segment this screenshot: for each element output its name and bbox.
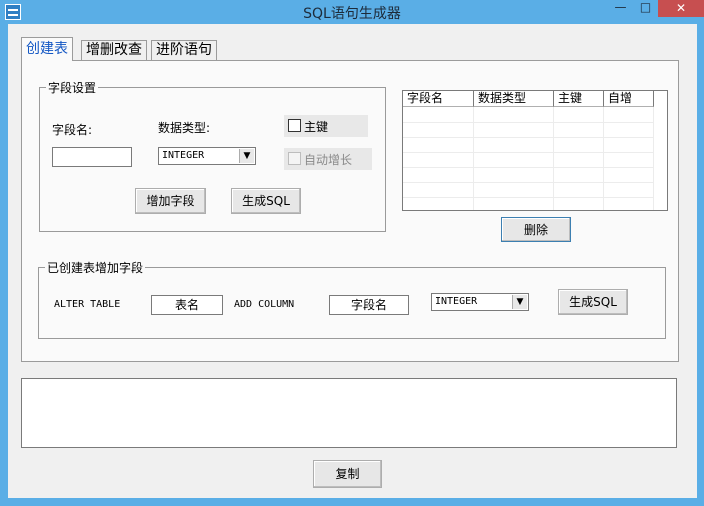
data-type-selected: INTEGER (162, 150, 205, 161)
grid-line (403, 137, 653, 138)
chevron-down-icon[interactable]: ▼ (239, 149, 254, 163)
primary-key-label: 主键 (304, 120, 329, 134)
checkbox-box[interactable] (288, 152, 301, 165)
alter-table-keyword: ALTER TABLE (54, 299, 121, 310)
maximize-button[interactable]: □ (633, 0, 658, 17)
column-name-input[interactable]: 字段名 (329, 295, 409, 315)
table-name-input[interactable]: 表名 (151, 295, 223, 315)
table-header: 字段名 数据类型 主键 自增 (403, 91, 667, 107)
client-area: 创建表 增删改查 进阶语句 字段设置 字段名: 数据类型: INTEGER ▼ … (8, 24, 697, 498)
grid-line (653, 107, 654, 210)
primary-key-checkbox[interactable]: 主键 (284, 115, 368, 137)
title-bar[interactable]: SQL语句生成器 — □ ✕ (0, 0, 704, 24)
field-name-input[interactable] (52, 147, 132, 167)
column-header-field-name[interactable]: 字段名 (403, 91, 474, 107)
alter-data-type-select[interactable]: INTEGER ▼ (431, 293, 529, 311)
alter-generate-sql-button[interactable]: 生成SQL (558, 289, 628, 315)
tab-advanced[interactable]: 进阶语句 (151, 40, 217, 60)
app-window: SQL语句生成器 — □ ✕ 创建表 增删改查 进阶语句 字段设置 字段名: 数… (0, 0, 704, 506)
grid-line (403, 167, 653, 168)
data-type-select[interactable]: INTEGER ▼ (158, 147, 256, 165)
data-type-label: 数据类型: (158, 121, 211, 135)
column-header-primary-key[interactable]: 主键 (554, 91, 604, 107)
tab-crud[interactable]: 增删改查 (81, 40, 147, 60)
create-table-panel: 字段设置 字段名: 数据类型: INTEGER ▼ 主键 自动增长 增加字段 生… (21, 60, 679, 362)
column-header-data-type[interactable]: 数据类型 (474, 91, 554, 107)
generate-sql-button[interactable]: 生成SQL (231, 188, 301, 214)
close-button[interactable]: ✕ (658, 0, 704, 17)
auto-increment-label: 自动增长 (304, 153, 353, 167)
alter-table-legend: 已创建表增加字段 (47, 261, 144, 275)
copy-button[interactable]: 复制 (313, 460, 382, 488)
grid-line (403, 197, 653, 198)
delete-button[interactable]: 删除 (501, 217, 571, 242)
chevron-down-icon[interactable]: ▼ (512, 295, 527, 309)
grid-line (403, 122, 653, 123)
field-settings-legend: 字段设置 (48, 81, 97, 95)
tab-create-table[interactable]: 创建表 (21, 37, 73, 61)
auto-increment-checkbox[interactable]: 自动增长 (284, 148, 372, 170)
field-name-label: 字段名: (52, 123, 93, 137)
grid-line (403, 152, 653, 153)
alter-data-type-selected: INTEGER (435, 296, 478, 307)
add-column-keyword: ADD COLUMN (234, 299, 295, 310)
field-list-table[interactable]: 字段名 数据类型 主键 自增 (402, 90, 668, 211)
add-field-button[interactable]: 增加字段 (135, 188, 206, 214)
column-header-auto-increment[interactable]: 自增 (604, 91, 654, 107)
minimize-button[interactable]: — (608, 0, 633, 17)
sql-output-textarea[interactable] (21, 378, 677, 448)
grid-line (403, 182, 653, 183)
window-title: SQL语句生成器 (303, 6, 401, 22)
checkbox-box[interactable] (288, 119, 301, 132)
